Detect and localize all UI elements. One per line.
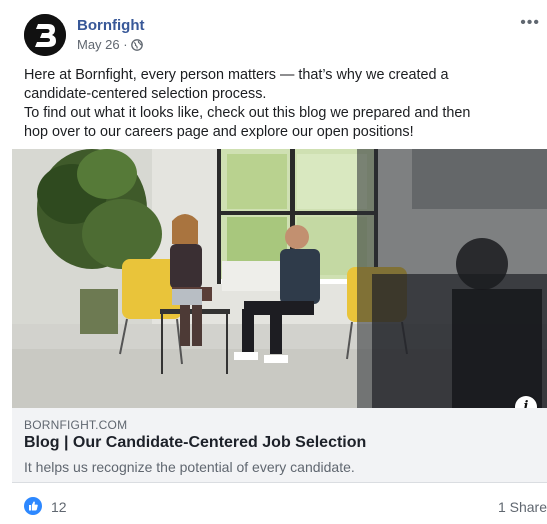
- post-meta: May 26 ·: [77, 37, 143, 52]
- post-text-line: Here at Bornfight, every person matters …: [24, 67, 449, 83]
- post-date[interactable]: May 26 ·: [77, 37, 128, 52]
- page-name-link[interactable]: Bornfight: [77, 17, 144, 34]
- post-text-line: candidate-centered selection process.: [24, 86, 267, 102]
- link-domain: BORNFIGHT.COM: [24, 418, 128, 432]
- link-preview-image[interactable]: i: [12, 149, 547, 408]
- post-message: Here at Bornfight, every person matters …: [24, 66, 539, 142]
- page-avatar[interactable]: [24, 14, 66, 56]
- globe-icon: [130, 38, 143, 51]
- link-title[interactable]: Blog | Our Candidate-Centered Job Select…: [24, 434, 366, 452]
- reaction-count[interactable]: 12: [51, 499, 67, 515]
- post-footer: 12 1 Share: [24, 496, 547, 518]
- post-text-line: To find out what it looks like, check ou…: [24, 105, 471, 121]
- like-reaction-icon[interactable]: [24, 497, 42, 515]
- office-meeting-photo: [12, 149, 547, 408]
- share-count[interactable]: 1 Share: [498, 499, 547, 515]
- facebook-post: Bornfight May 26 · ••• Here at Bornfight…: [0, 0, 547, 524]
- more-options-icon[interactable]: •••: [520, 15, 540, 31]
- link-preview-card[interactable]: BORNFIGHT.COM Blog | Our Candidate-Cente…: [12, 408, 547, 483]
- bornfight-logo-icon: [24, 14, 66, 56]
- link-description: It helps us recognize the potential of e…: [24, 459, 355, 475]
- post-text-line: hop over to our careers page and explore…: [24, 124, 414, 140]
- post-header: Bornfight May 26 · •••: [24, 14, 544, 58]
